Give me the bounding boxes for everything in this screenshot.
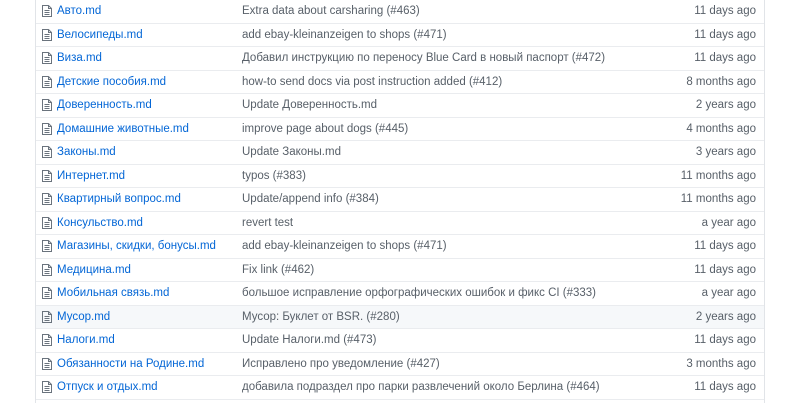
file-row[interactable]: Виза.md Добавил инструкцию по переносу Bl… bbox=[36, 47, 764, 71]
commit-age: 3 years ago bbox=[695, 146, 756, 158]
file-name-link[interactable]: Доверенность.md bbox=[57, 94, 152, 117]
commit-message-link[interactable]: add ebay-kleinanzeigen to shops (#471) bbox=[242, 235, 447, 258]
commit-age: 3 months ago bbox=[686, 357, 756, 370]
commit-message-link[interactable]: Мусор: Буклет от BSR. (#280) bbox=[242, 306, 400, 329]
commit-message-link[interactable]: Update Законы.md bbox=[242, 141, 341, 164]
file-name-link[interactable]: Квартирный вопрос.md bbox=[57, 188, 181, 211]
file-text-icon bbox=[42, 52, 52, 64]
file-name-link[interactable]: Мобильная связь.md bbox=[57, 282, 169, 305]
commit-age: a year ago bbox=[701, 287, 756, 299]
file-text-icon bbox=[42, 310, 52, 323]
file-row[interactable]: Мусор.md Мусор: Буклет от BSR. (#280) 2 ye… bbox=[36, 305, 764, 329]
file-text-icon bbox=[42, 287, 52, 299]
commit-age: 2 years ago bbox=[695, 310, 756, 323]
file-name-link[interactable]: Виза.md bbox=[57, 47, 102, 70]
commit-age: 11 days ago bbox=[694, 28, 756, 41]
file-list-table: Авто.md Extra data about carsharing (#463… bbox=[35, 0, 765, 403]
file-text-icon bbox=[42, 216, 52, 229]
file-name-link[interactable]: Законы.md bbox=[57, 141, 116, 164]
file-name-link[interactable]: Отпуск и отдых.md bbox=[57, 376, 158, 399]
commit-message-link[interactable]: Update Доверенность.md bbox=[242, 94, 377, 117]
file-text-icon bbox=[42, 75, 52, 88]
commit-message-link[interactable]: how-to send docs via post instruction ad… bbox=[242, 71, 502, 94]
commit-message-link[interactable]: typos (#383) bbox=[242, 165, 306, 188]
file-name-link[interactable]: Мусор.md bbox=[57, 306, 110, 329]
file-text-icon bbox=[42, 240, 52, 252]
file-row[interactable]: Налоги.md Update Налоги.md (#473) 11 days … bbox=[36, 329, 764, 353]
commit-message-link[interactable]: add ebay-kleinanzeigen to shops (#471) bbox=[242, 24, 447, 47]
commit-age: 2 years ago bbox=[695, 99, 756, 111]
file-row[interactable]: Детские пособия.md how-to send docs via p… bbox=[36, 70, 764, 94]
file-row[interactable]: Велосипеды.md add ebay-kleinanzeigen to s… bbox=[36, 23, 764, 47]
commit-age: a year ago bbox=[701, 216, 756, 229]
file-name-link[interactable]: Велосипеды.md bbox=[57, 24, 143, 47]
commit-age: 11 days ago bbox=[694, 5, 756, 17]
file-name-link[interactable]: Обязанности на Родине.md bbox=[57, 353, 204, 376]
commit-message-link[interactable]: Update Налоги.md (#473) bbox=[242, 329, 376, 352]
commit-age: 11 days ago bbox=[694, 263, 756, 276]
commit-message-link[interactable]: Fix link (#462) bbox=[242, 259, 314, 282]
file-text-icon bbox=[42, 28, 52, 41]
file-text-icon bbox=[42, 169, 52, 182]
file-name-link[interactable]: Домашние животные.md bbox=[57, 118, 189, 141]
commit-age: 11 months ago bbox=[680, 169, 756, 182]
commit-message-link[interactable]: Extra data about carsharing (#463) bbox=[242, 0, 420, 23]
commit-age: 4 months ago bbox=[686, 122, 756, 135]
file-text-icon bbox=[42, 357, 52, 370]
file-text-icon bbox=[42, 334, 52, 346]
file-row[interactable]: Законы.md Update Законы.md 3 years ago bbox=[36, 141, 764, 165]
commit-age: 8 months ago bbox=[686, 75, 756, 88]
commit-age: 11 days ago bbox=[694, 52, 756, 64]
file-text-icon bbox=[42, 381, 52, 393]
commit-age: 11 days ago bbox=[694, 334, 756, 346]
file-row[interactable]: Интернет.md typos (#383) 11 months ago bbox=[36, 164, 764, 188]
file-row[interactable]: Медицина.md Fix link (#462) 11 days ago bbox=[36, 258, 764, 282]
commit-age: 11 months ago bbox=[680, 193, 756, 205]
file-row[interactable]: Отпуск и отдых.md добавила подраздел про … bbox=[36, 376, 764, 400]
commit-message-link[interactable]: revert test bbox=[242, 212, 293, 235]
commit-message-link[interactable]: Исправлено про уведомление (#427) bbox=[242, 353, 440, 376]
file-text-icon bbox=[42, 146, 52, 158]
commit-age: 11 days ago bbox=[694, 240, 756, 252]
file-text-icon bbox=[42, 263, 52, 276]
commit-message-link[interactable]: большое исправление орфографических ошиб… bbox=[242, 282, 596, 305]
commit-message-link[interactable]: improve page about dogs (#445) bbox=[242, 118, 408, 141]
commit-message-link[interactable]: Update/append info (#384) bbox=[242, 188, 379, 211]
file-row[interactable]: Обязанности на Родине.md Исправлено про у… bbox=[36, 352, 764, 376]
file-row[interactable]: Домашние животные.md improve page about d… bbox=[36, 117, 764, 141]
file-name-link[interactable]: Детские пособия.md bbox=[57, 71, 166, 94]
commit-message-link[interactable]: Добавил инструкцию по переносу Blue Card… bbox=[242, 47, 605, 70]
commit-message-link[interactable]: добавила подраздел про парки развлечений… bbox=[242, 376, 600, 399]
file-text-icon bbox=[42, 99, 52, 111]
file-row[interactable]: Квартирный вопрос.md Update/append info (… bbox=[36, 188, 764, 212]
file-name-link[interactable]: Магазины, скидки, бонусы.md bbox=[57, 235, 216, 258]
file-row[interactable]: Консульство.md revert test a year ago bbox=[36, 211, 764, 235]
file-name-link[interactable]: Медицина.md bbox=[57, 259, 131, 282]
file-row[interactable]: Авто.md Extra data about carsharing (#463… bbox=[36, 0, 764, 24]
file-text-icon bbox=[42, 5, 52, 17]
file-row[interactable]: Доверенность.md Update Доверенность.md 2 y… bbox=[36, 94, 764, 118]
file-row[interactable]: Магазины, скидки, бонусы.md add ebay-klei… bbox=[36, 235, 764, 259]
file-name-link[interactable]: Авто.md bbox=[57, 0, 101, 23]
file-name-link[interactable]: Налоги.md bbox=[57, 329, 115, 352]
file-name-link[interactable]: Консульство.md bbox=[57, 212, 143, 235]
file-row[interactable]: Мобильная связь.md большое исправление ор… bbox=[36, 282, 764, 306]
file-text-icon bbox=[42, 193, 52, 205]
commit-age: 11 days ago bbox=[694, 381, 756, 393]
file-name-link[interactable]: Интернет.md bbox=[57, 165, 125, 188]
file-text-icon bbox=[42, 122, 52, 135]
